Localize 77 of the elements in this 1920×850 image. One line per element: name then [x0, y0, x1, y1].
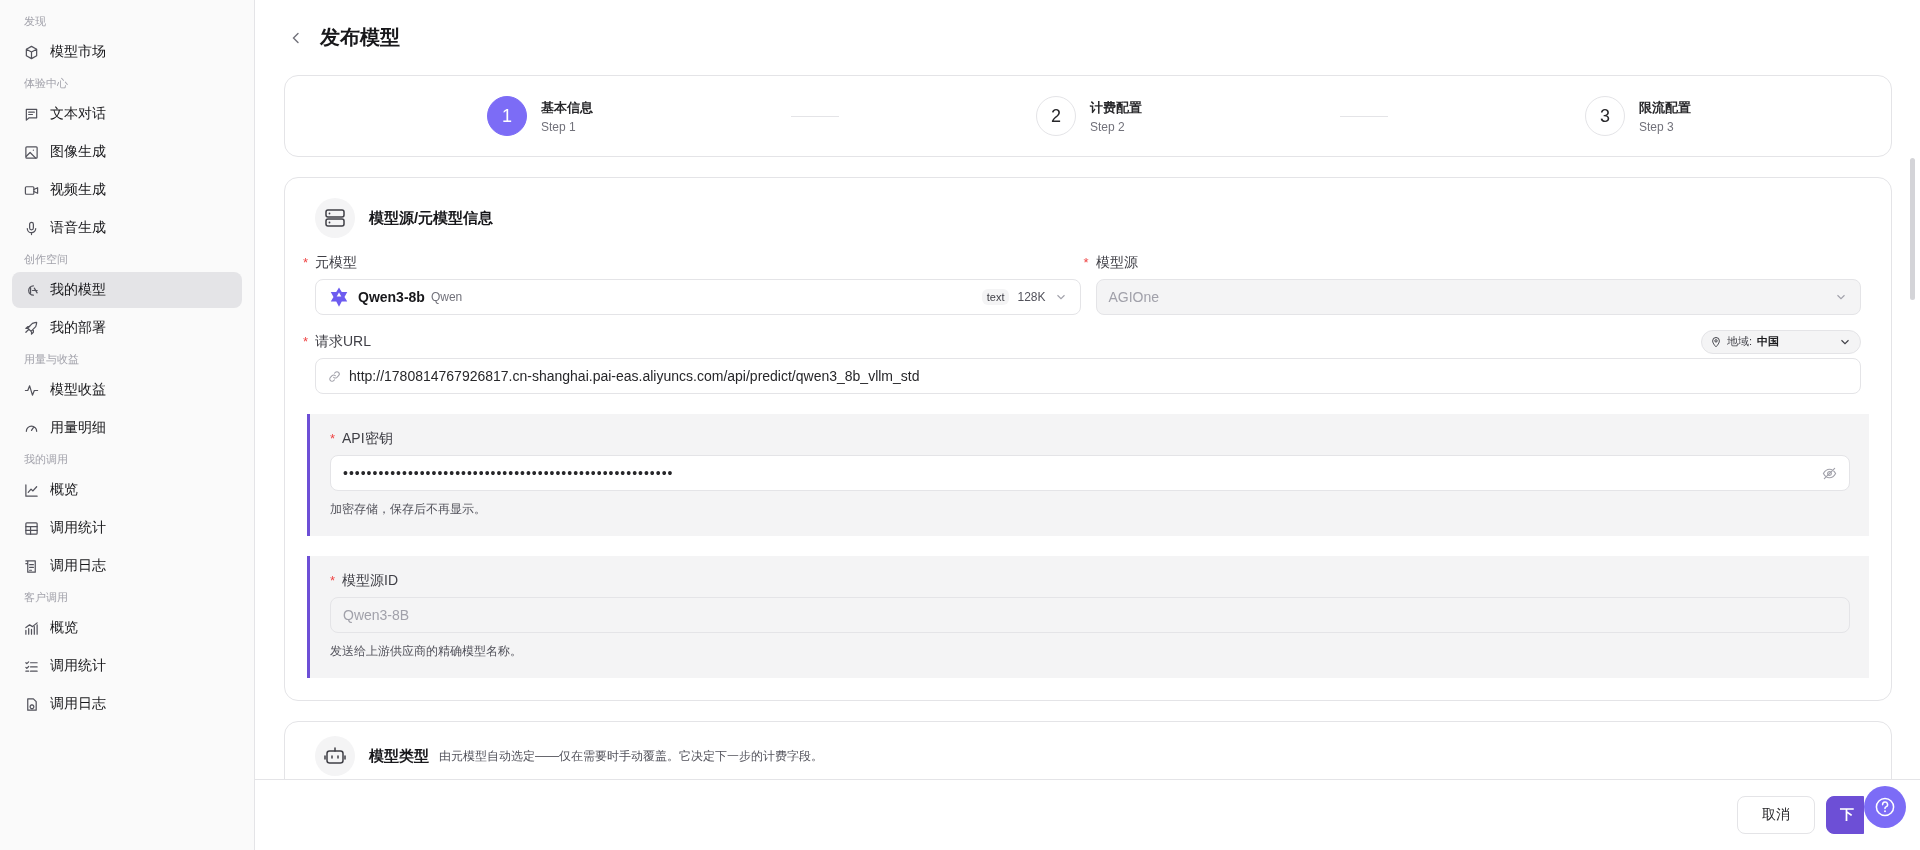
group-label: 体验中心 [23, 76, 69, 91]
context-size: 128K [1017, 290, 1046, 304]
log-icon [24, 558, 39, 574]
step-title: 基本信息 [541, 98, 593, 117]
group-label: 我的调用 [23, 452, 69, 467]
cube-icon [24, 44, 39, 60]
step-subtitle: Step 1 [541, 119, 577, 134]
sidebar-item[interactable]: 用量明细 [12, 410, 242, 446]
sidebar-item[interactable]: 调用日志 [12, 686, 242, 722]
sidebar-item[interactable]: 视频生成 [12, 172, 242, 208]
step-subtitle: Step 2 [1090, 119, 1126, 134]
page-title: 发布模型 [320, 25, 400, 50]
model-source-id-input[interactable]: Qwen3-8B [330, 597, 1850, 633]
field-label: 请求URL [315, 332, 371, 351]
sidebar-item[interactable]: 模型收益 [12, 372, 242, 408]
step-title: 计费配置 [1090, 98, 1142, 117]
field-label: 模型源ID [342, 571, 398, 590]
step-title: 限流配置 [1639, 98, 1691, 117]
server-icon [315, 198, 355, 238]
region-label: 地域: [1727, 334, 1753, 349]
field-label: 元模型 [315, 253, 357, 272]
pulse-icon [24, 382, 39, 398]
api-key-input[interactable]: •••••••••••••••••••••••••••••••••••••••••••••••••••••••• [330, 455, 1850, 491]
rocket-icon [24, 320, 39, 336]
region-select[interactable]: 地域: 中国 [1701, 329, 1861, 354]
file-icon [24, 696, 39, 712]
section-description: 由元模型自动选定——仅在需要时手动覆盖。它决定下一步的计费字段。 [439, 747, 823, 765]
image-icon [24, 144, 39, 160]
required-mark: * [303, 334, 310, 349]
model-tag: text [981, 289, 1010, 305]
required-mark: * [330, 573, 337, 588]
region-value: 中国 [1757, 334, 1780, 349]
sidebar-item[interactable]: 调用日志 [12, 548, 242, 584]
sidebar-item[interactable]: 我的部署 [12, 310, 242, 346]
group-label: 用量与收益 [23, 352, 80, 367]
field-label: 模型源 [1095, 253, 1138, 272]
model-name: Qwen3-8b [358, 289, 425, 305]
step-number[interactable]: 1 [487, 96, 527, 136]
mic-icon [24, 220, 39, 236]
sidebar-item[interactable]: 概览 [12, 472, 242, 508]
step-subtitle: Step 3 [1639, 119, 1675, 134]
group-label: 发现 [23, 14, 47, 29]
field-hint: 发送给上游供应商的精确模型名称。 [330, 643, 523, 660]
next-button[interactable]: 下 [1826, 796, 1864, 834]
scrollbar-thumb[interactable] [1910, 158, 1915, 300]
sidebar-item[interactable]: 文本对话 [12, 96, 242, 132]
group-label: 创作空间 [23, 252, 69, 267]
list-icon [24, 658, 39, 674]
eye-off-icon[interactable] [1822, 465, 1837, 481]
required-mark: * [330, 431, 337, 446]
cancel-button[interactable]: 取消 [1737, 796, 1815, 834]
chart-icon [24, 482, 39, 498]
robot-icon [315, 736, 355, 776]
bars-icon [24, 620, 39, 636]
sidebar-item[interactable]: 语音生成 [12, 210, 242, 246]
sidebar-item[interactable]: 概览 [12, 610, 242, 646]
sidebar-item[interactable]: 图像生成 [12, 134, 242, 170]
sidebar-item[interactable]: 我的模型 [12, 272, 242, 308]
chat-icon [24, 106, 39, 122]
field-hint: 加密存储，保存后不再显示。 [330, 501, 487, 518]
sidebar-item[interactable]: 调用统计 [12, 510, 242, 546]
sidebar-item[interactable]: 调用统计 [12, 648, 242, 684]
section-title: 模型类型 [369, 746, 429, 766]
sidebar-item[interactable]: 模型市场 [12, 34, 242, 70]
location-pin-icon [1710, 335, 1722, 348]
required-mark: * [1083, 255, 1090, 270]
meta-model-select[interactable]: Qwen3-8b Qwen text 128K [315, 279, 1081, 315]
help-icon[interactable] [1864, 786, 1906, 828]
field-label: API密钥 [342, 429, 393, 448]
link-icon [328, 369, 341, 383]
model-vendor: Qwen [430, 290, 463, 304]
required-mark: * [303, 255, 310, 270]
star-logo-icon [328, 286, 350, 308]
group-label: 客户调用 [23, 590, 69, 605]
section-title: 模型源/元模型信息 [369, 208, 494, 228]
table-icon [24, 520, 39, 536]
url-input[interactable]: http://1780814767926817.cn-shanghai.pai-eas.aliyuncs.com/api/predict/qwen3_8b_vllm_std [315, 358, 1861, 394]
